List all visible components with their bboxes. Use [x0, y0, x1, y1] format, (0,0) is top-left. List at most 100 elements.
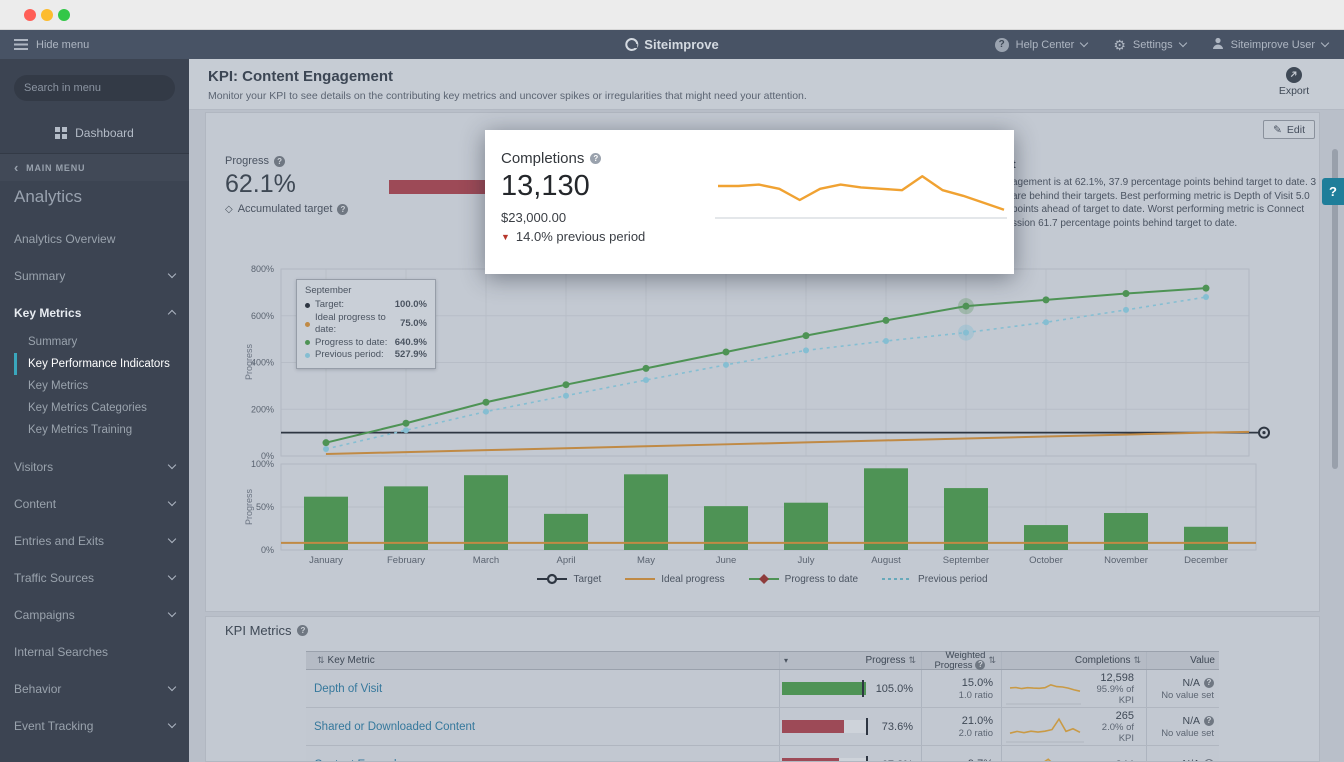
target-marker [866, 718, 868, 735]
edit-button[interactable]: ✎ Edit [1263, 120, 1315, 139]
help-icon[interactable]: ? [337, 204, 348, 215]
weighted-values: 9.7% [922, 758, 1001, 762]
legend-ideal-swatch-icon [625, 573, 655, 585]
sidebar-item-key-metrics-categories[interactable]: Key Metrics Categories [14, 397, 189, 419]
help-circle-icon: ? [995, 38, 1009, 52]
sidebar-item-behavior[interactable]: Behavior [0, 670, 189, 707]
chevron-down-icon [168, 609, 176, 617]
sidebar-item-campaigns[interactable]: Campaigns [0, 596, 189, 633]
sidebar-item-traffic-sources[interactable]: Traffic Sources [0, 559, 189, 596]
column-header-weighted-progress[interactable]: Weighted Progress ? ⇅ [921, 652, 1001, 669]
sidebar-item-key-metrics-training[interactable]: Key Metrics Training [14, 419, 189, 441]
progress-cell: 67.8% [779, 746, 921, 762]
legend-item-target[interactable]: Target [537, 573, 601, 585]
key-metric-link[interactable]: Content Expand [314, 759, 396, 762]
progress-percent: 73.6% [882, 721, 913, 733]
sidebar-item-analytics-overview[interactable]: Analytics Overview [0, 220, 189, 257]
legend-item-previous[interactable]: Previous period [882, 573, 987, 585]
value-note: No value set [1147, 728, 1214, 739]
sort-icon: ⇅ [317, 655, 325, 666]
completions-count: 12,598 [1081, 672, 1134, 684]
value-wrap: N/A? [1147, 758, 1219, 762]
help-icon[interactable]: ? [590, 153, 601, 164]
help-icon[interactable]: ? [1204, 678, 1214, 688]
tooltip-row: Ideal progress to date:75.0% [305, 312, 427, 337]
kpi-summary-note: t agement is at 62.1%, 37.9 percentage p… [1012, 159, 1320, 231]
tooltip-row: Progress to date:640.9% [305, 337, 427, 350]
sidebar-item-key-metrics[interactable]: Key Metrics [14, 375, 189, 397]
export-button[interactable]: ➔ Export [1272, 67, 1316, 97]
help-icon[interactable]: ? [274, 156, 285, 167]
sidebar-search[interactable] [14, 75, 175, 101]
help-icon[interactable]: ? [1204, 716, 1214, 726]
value-na: N/A? [1147, 715, 1214, 727]
completions-cell: 244 [1001, 746, 1146, 762]
sidebar-item-key-performance-indicators[interactable]: Key Performance Indicators [14, 353, 189, 375]
sidebar-item-visitors[interactable]: Visitors [0, 448, 189, 485]
window-close-button[interactable] [24, 9, 36, 21]
column-header-key-metric[interactable]: ⇅ Key Metric [306, 652, 779, 669]
progress-value: 62.1% [225, 170, 296, 199]
value-wrap: N/A?No value set [1147, 677, 1219, 701]
completions-sparkline [1006, 673, 1081, 705]
legend-item-ideal[interactable]: Ideal progress [625, 573, 724, 585]
progress-bar-track [782, 720, 866, 733]
kpi-metrics-heading: KPI Metrics ? [225, 623, 308, 638]
target-marker [862, 680, 864, 697]
svg-text:400%: 400% [251, 358, 274, 368]
sidebar-item-label: Summary [14, 269, 169, 283]
series-dot-icon [305, 353, 310, 358]
top-nav-right: ?Help Center ⚙Settings Siteimprove User [995, 37, 1328, 52]
main-menu-label: MAIN MENU [26, 163, 85, 173]
sidebar-item-entries-and-exits[interactable]: Entries and Exits [0, 522, 189, 559]
sidebar-item-event-tracking[interactable]: Event Tracking [0, 707, 189, 744]
value-wrap: N/A?No value set [1147, 715, 1219, 739]
target-line-handle[interactable] [1259, 428, 1269, 438]
completions-share: 95.9% of KPI [1081, 684, 1134, 706]
key-metric-link[interactable]: Depth of Visit [314, 683, 382, 695]
sidebar-item-summary[interactable]: Summary [14, 331, 189, 353]
key-metric-cell: Content Expand [306, 746, 779, 762]
search-input[interactable] [24, 82, 166, 94]
nav-item-settings[interactable]: ⚙Settings [1113, 38, 1185, 52]
sidebar-item-dashboard[interactable]: Dashboard [0, 120, 189, 146]
nav-item-help-center[interactable]: ?Help Center [995, 38, 1088, 52]
chart-tooltip-rows: Target:100.0%Ideal progress to date:75.0… [305, 299, 427, 362]
back-to-main-menu[interactable]: ‹ MAIN MENU [0, 154, 189, 181]
legend-label: Target [573, 574, 601, 585]
help-icon[interactable]: ? [297, 625, 308, 636]
sidebar-item-summary[interactable]: Summary [0, 257, 189, 294]
sort-active-icon: ▾ [784, 656, 788, 665]
sidebar-item-content[interactable]: Content [0, 485, 189, 522]
column-header-progress[interactable]: ▾ Progress ⇅ [779, 652, 921, 669]
scrollbar-track[interactable] [1331, 59, 1339, 762]
svg-text:April: April [556, 555, 575, 566]
value-na: N/A? [1147, 677, 1214, 689]
nav-item-siteimprove-user[interactable]: Siteimprove User [1212, 37, 1328, 52]
weighted-progress-cell: 21.0%2.0 ratio [921, 708, 1001, 745]
sidebar: Dashboard ‹ MAIN MENU Analytics Analytic… [0, 59, 189, 762]
column-header-value[interactable]: Value [1146, 652, 1219, 669]
sidebar-item-internal-searches[interactable]: Internal Searches [0, 633, 189, 670]
weighted-progress-cell: 9.7% [921, 746, 1001, 762]
sidebar-item-key-metrics[interactable]: Key Metrics [0, 294, 189, 331]
legend-label: Progress to date [785, 574, 858, 585]
window-minimize-button[interactable] [41, 9, 53, 21]
svg-text:March: March [473, 555, 499, 566]
help-beacon-button[interactable]: ? [1322, 178, 1344, 205]
completions-values: 244 [1116, 759, 1146, 762]
progress-bar-fill [782, 682, 866, 695]
chart-tooltip-month: September [305, 285, 427, 296]
column-header-completions[interactable]: Completions ⇅ [1001, 652, 1146, 669]
completions-count: 244 [1116, 759, 1134, 762]
hide-menu-button[interactable]: Hide menu [14, 39, 89, 51]
legend-item-progress[interactable]: Progress to date [749, 573, 858, 585]
window-zoom-button[interactable] [58, 9, 70, 21]
sidebar-item-label: Key Performance Indicators [28, 358, 170, 370]
value-cell: N/A? [1146, 746, 1219, 762]
key-metric-link[interactable]: Shared or Downloaded Content [314, 721, 475, 733]
sort-icon: ⇅ [1133, 655, 1141, 666]
help-icon[interactable]: ? [975, 660, 985, 670]
hamburger-icon [14, 39, 28, 50]
svg-text:800%: 800% [251, 264, 274, 274]
